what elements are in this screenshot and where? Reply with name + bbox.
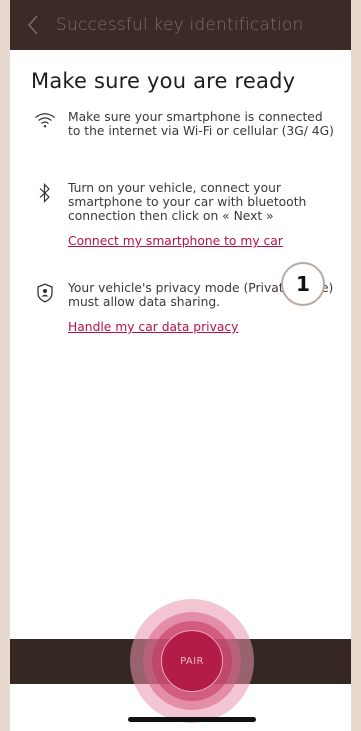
- chevron-left-icon: [28, 15, 38, 35]
- back-button[interactable]: [10, 0, 56, 50]
- annotation-badge: 1: [281, 262, 325, 306]
- requirement-wifi-text: Make sure your smartphone is connected t…: [68, 110, 334, 138]
- right-border: [351, 0, 361, 731]
- requirement-wifi: Make sure your smartphone is connected t…: [22, 110, 337, 138]
- car-data-privacy-link[interactable]: Handle my car data privacy: [68, 320, 337, 334]
- home-indicator[interactable]: [128, 717, 256, 722]
- header-bar: Successful key identification: [10, 0, 351, 50]
- page-header-title: Successful key identification: [56, 15, 304, 35]
- requirement-bluetooth: Turn on your vehicle, connect your smart…: [22, 181, 337, 248]
- privacy-shield-icon: [22, 281, 68, 334]
- pair-button[interactable]: PAIR: [161, 630, 223, 692]
- app-screen: Successful key identification Make sure …: [0, 0, 361, 731]
- bluetooth-icon: [22, 181, 68, 248]
- requirement-bluetooth-text: Turn on your vehicle, connect your smart…: [68, 181, 307, 223]
- connect-car-link[interactable]: Connect my smartphone to my car: [68, 234, 337, 248]
- page-title: Make sure you are ready: [31, 69, 296, 93]
- left-border: [0, 0, 10, 731]
- wifi-icon: [22, 110, 68, 138]
